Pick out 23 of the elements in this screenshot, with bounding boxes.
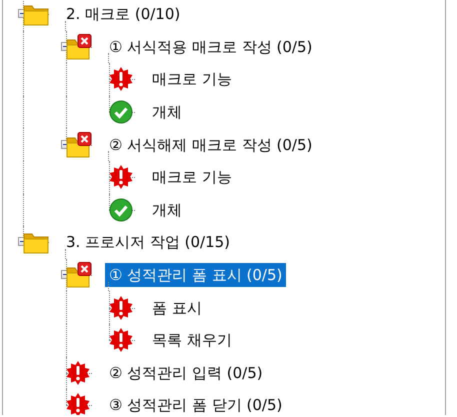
tree-item[interactable]: 매크로 기능	[148, 165, 236, 190]
tree-item[interactable]: 3. 프로시저 작업 (0/15)	[62, 230, 234, 254]
tree-item[interactable]: 폼 표시	[148, 296, 206, 320]
error-icon	[109, 67, 133, 92]
tree-item[interactable]: ③ 성적관리 폼 닫기 (0/5)	[105, 393, 286, 415]
tree-item[interactable]: 개체	[148, 100, 186, 124]
folder-error-icon	[66, 34, 92, 60]
tree-item[interactable]: ① 서식적용 매크로 작성 (0/5)	[105, 34, 316, 59]
check-icon	[109, 100, 133, 124]
tree-item[interactable]: ② 서식해제 매크로 작성 (0/5)	[105, 132, 316, 157]
error-icon	[109, 296, 133, 320]
tree-item[interactable]: ① 성적관리 폼 표시 (0/5)	[105, 263, 286, 288]
error-icon	[66, 360, 90, 385]
folder-error-icon	[66, 262, 92, 288]
tree-item[interactable]: 개체	[148, 198, 186, 222]
folder-error-icon	[66, 132, 92, 158]
error-icon	[109, 328, 133, 352]
tree-item[interactable]: 목록 채우기	[148, 328, 236, 352]
error-icon	[109, 165, 133, 190]
tree-item[interactable]: ② 성적관리 입력 (0/5)	[105, 360, 267, 385]
tree-item[interactable]: 2. 매크로 (0/10)	[62, 2, 184, 26]
check-icon	[109, 198, 133, 222]
tree-item[interactable]: 매크로 기능	[148, 67, 236, 92]
